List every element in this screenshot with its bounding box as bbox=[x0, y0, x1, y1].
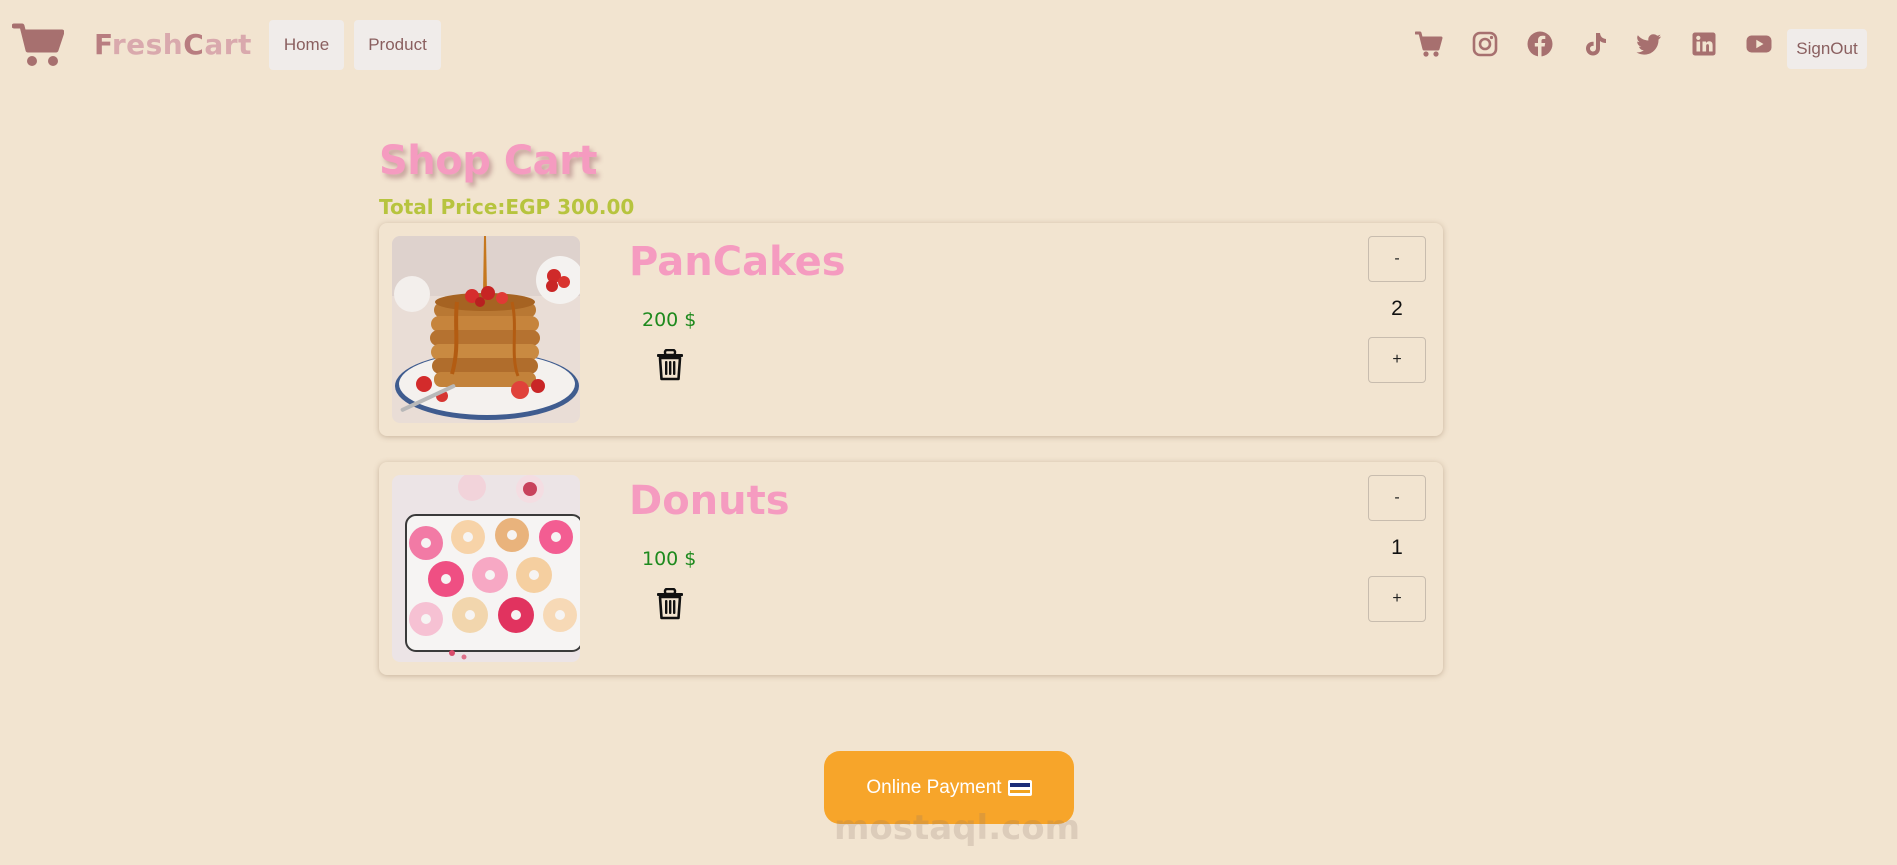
watermark: mostaql.com bbox=[834, 808, 1081, 848]
total-price: Total Price:EGP 300.00 bbox=[379, 195, 634, 219]
navbar: FreshCart Home Product SignOut bbox=[0, 0, 1897, 90]
quantity-value: 1 bbox=[1391, 536, 1403, 559]
total-price-value: EGP 300.00 bbox=[505, 195, 635, 219]
youtube-icon[interactable] bbox=[1745, 30, 1773, 58]
brand-logo-text[interactable]: FreshCart bbox=[94, 28, 252, 61]
linkedin-icon[interactable] bbox=[1690, 30, 1718, 58]
quantity-value: 2 bbox=[1391, 297, 1403, 320]
product-image-pancakes bbox=[392, 236, 580, 423]
brand-letter-f: F bbox=[94, 28, 112, 61]
product-image-donuts bbox=[392, 475, 580, 662]
increase-quantity-button[interactable]: + bbox=[1368, 576, 1426, 622]
cart-icon[interactable] bbox=[1415, 30, 1443, 58]
product-price: 100 $ bbox=[642, 548, 697, 570]
brand-part-2: art bbox=[204, 28, 252, 61]
brand-cart-icon[interactable] bbox=[11, 20, 65, 68]
increase-quantity-button[interactable]: + bbox=[1368, 337, 1426, 383]
product-name: PanCakes bbox=[629, 239, 846, 285]
trash-icon[interactable] bbox=[655, 588, 685, 620]
product-price: 200 $ bbox=[642, 309, 697, 331]
signout-button[interactable]: SignOut bbox=[1787, 29, 1867, 69]
tiktok-icon[interactable] bbox=[1581, 30, 1609, 58]
online-payment-label: Online Payment bbox=[866, 776, 1002, 798]
page-title: Shop Cart bbox=[379, 138, 598, 184]
visa-card-icon bbox=[1007, 779, 1032, 796]
trash-icon[interactable] bbox=[655, 349, 685, 381]
cart-item: Donuts 100 $ - 1 + bbox=[379, 462, 1443, 675]
total-price-label: Total Price: bbox=[379, 195, 506, 219]
product-name: Donuts bbox=[629, 478, 790, 524]
brand-letter-c: C bbox=[183, 28, 205, 61]
nav-home-link[interactable]: Home bbox=[269, 20, 344, 70]
facebook-icon[interactable] bbox=[1526, 30, 1554, 58]
nav-product-link[interactable]: Product bbox=[354, 20, 441, 70]
brand-part-1: resh bbox=[111, 28, 184, 61]
decrease-quantity-button[interactable]: - bbox=[1368, 236, 1426, 282]
cart-item: PanCakes 200 $ - 2 + bbox=[379, 223, 1443, 436]
instagram-icon[interactable] bbox=[1471, 30, 1499, 58]
twitter-icon[interactable] bbox=[1635, 30, 1663, 58]
decrease-quantity-button[interactable]: - bbox=[1368, 475, 1426, 521]
